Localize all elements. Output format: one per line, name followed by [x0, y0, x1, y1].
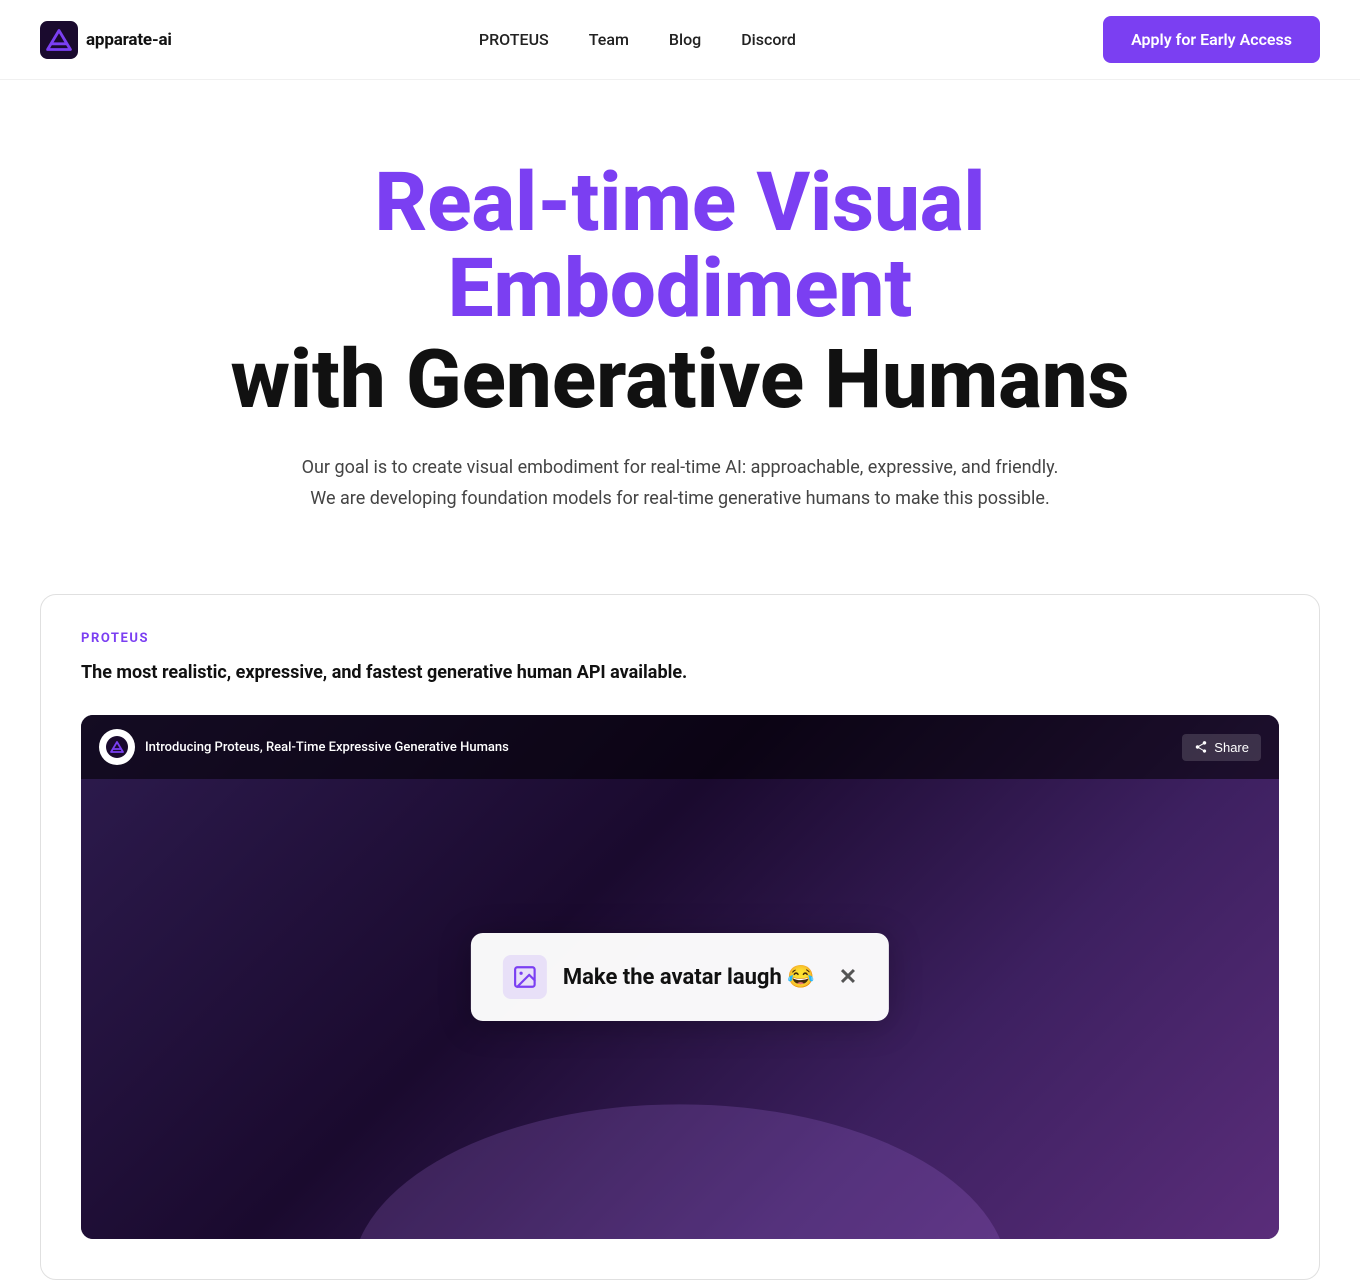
- video-mock: Introducing Proteus, Real-Time Expressiv…: [81, 715, 1279, 1239]
- apply-early-access-button[interactable]: Apply for Early Access: [1103, 16, 1320, 63]
- yt-channel-icon: [99, 729, 135, 765]
- video-overlay-card: Make the avatar laugh 😂 ✕: [471, 933, 889, 1021]
- proteus-description: The most realistic, expressive, and fast…: [81, 662, 1279, 683]
- logo-link[interactable]: apparate-ai: [40, 21, 172, 59]
- hero-subtitle: Our goal is to create visual embodiment …: [300, 453, 1060, 514]
- video-share-button[interactable]: Share: [1182, 734, 1261, 761]
- channel-logo-svg: [106, 736, 128, 758]
- image-icon: [512, 964, 538, 990]
- youtube-logo-area: Introducing Proteus, Real-Time Expressiv…: [99, 729, 509, 765]
- share-label: Share: [1214, 740, 1249, 755]
- nav-link-discord[interactable]: Discord: [741, 30, 796, 49]
- video-container[interactable]: Introducing Proteus, Real-Time Expressiv…: [81, 715, 1279, 1239]
- proteus-label: PROTEUS: [81, 631, 1279, 646]
- hero-title-line2: with Generative Humans: [170, 335, 1190, 425]
- proteus-section: PROTEUS The most realistic, expressive, …: [40, 594, 1320, 1280]
- logo-text: apparate-ai: [86, 30, 172, 50]
- nav-link-proteus[interactable]: PROTEUS: [479, 30, 549, 49]
- logo-icon: [40, 21, 78, 59]
- hero-title-line1: Real-time Visual Embodiment: [170, 160, 1190, 331]
- navbar: apparate-ai PROTEUS Team Blog Discord Ap…: [0, 0, 1360, 80]
- video-top-bar: Introducing Proteus, Real-Time Expressiv…: [81, 715, 1279, 779]
- nav-link-blog[interactable]: Blog: [669, 30, 701, 49]
- overlay-image-icon: [503, 955, 547, 999]
- video-title-text: Introducing Proteus, Real-Time Expressiv…: [145, 740, 509, 755]
- overlay-close-icon: ✕: [839, 965, 857, 990]
- hero-title: Real-time Visual Embodiment with Generat…: [170, 160, 1190, 425]
- share-icon: [1194, 740, 1208, 754]
- bg-silhouette: [81, 1085, 1279, 1240]
- overlay-text: Make the avatar laugh 😂: [563, 965, 815, 990]
- nav-link-team[interactable]: Team: [589, 30, 629, 49]
- nav-links: PROTEUS Team Blog Discord: [479, 30, 796, 49]
- hero-section: Real-time Visual Embodiment with Generat…: [130, 80, 1230, 574]
